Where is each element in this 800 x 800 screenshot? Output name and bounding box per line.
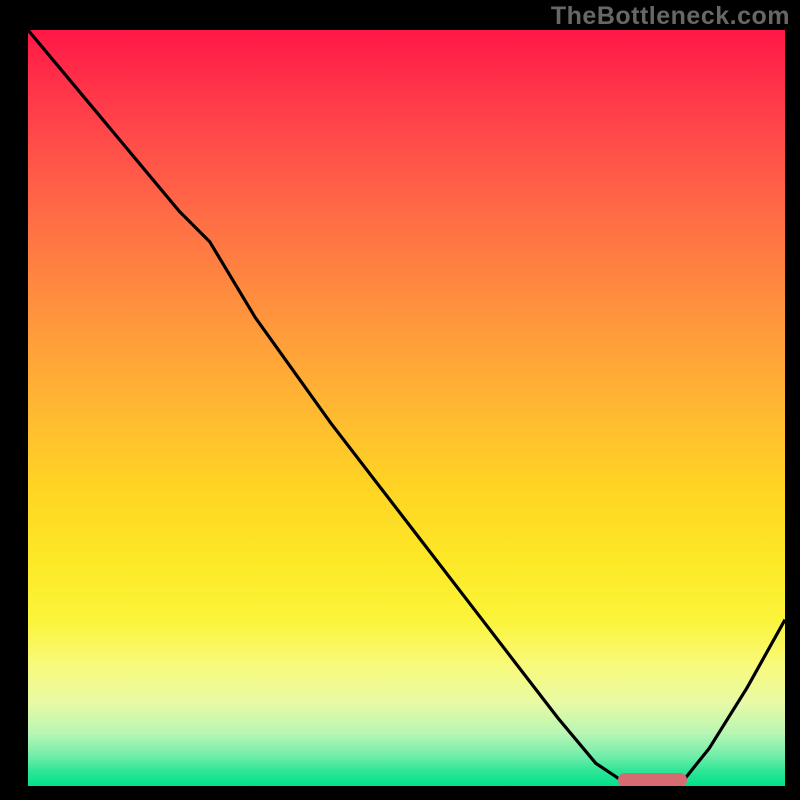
watermark-text: TheBottleneck.com — [551, 2, 790, 31]
curve-path — [28, 30, 785, 786]
plot-area — [28, 30, 785, 786]
optimal-range-marker — [618, 773, 686, 786]
chart-frame: TheBottleneck.com — [0, 0, 800, 800]
bottleneck-curve — [28, 30, 785, 786]
